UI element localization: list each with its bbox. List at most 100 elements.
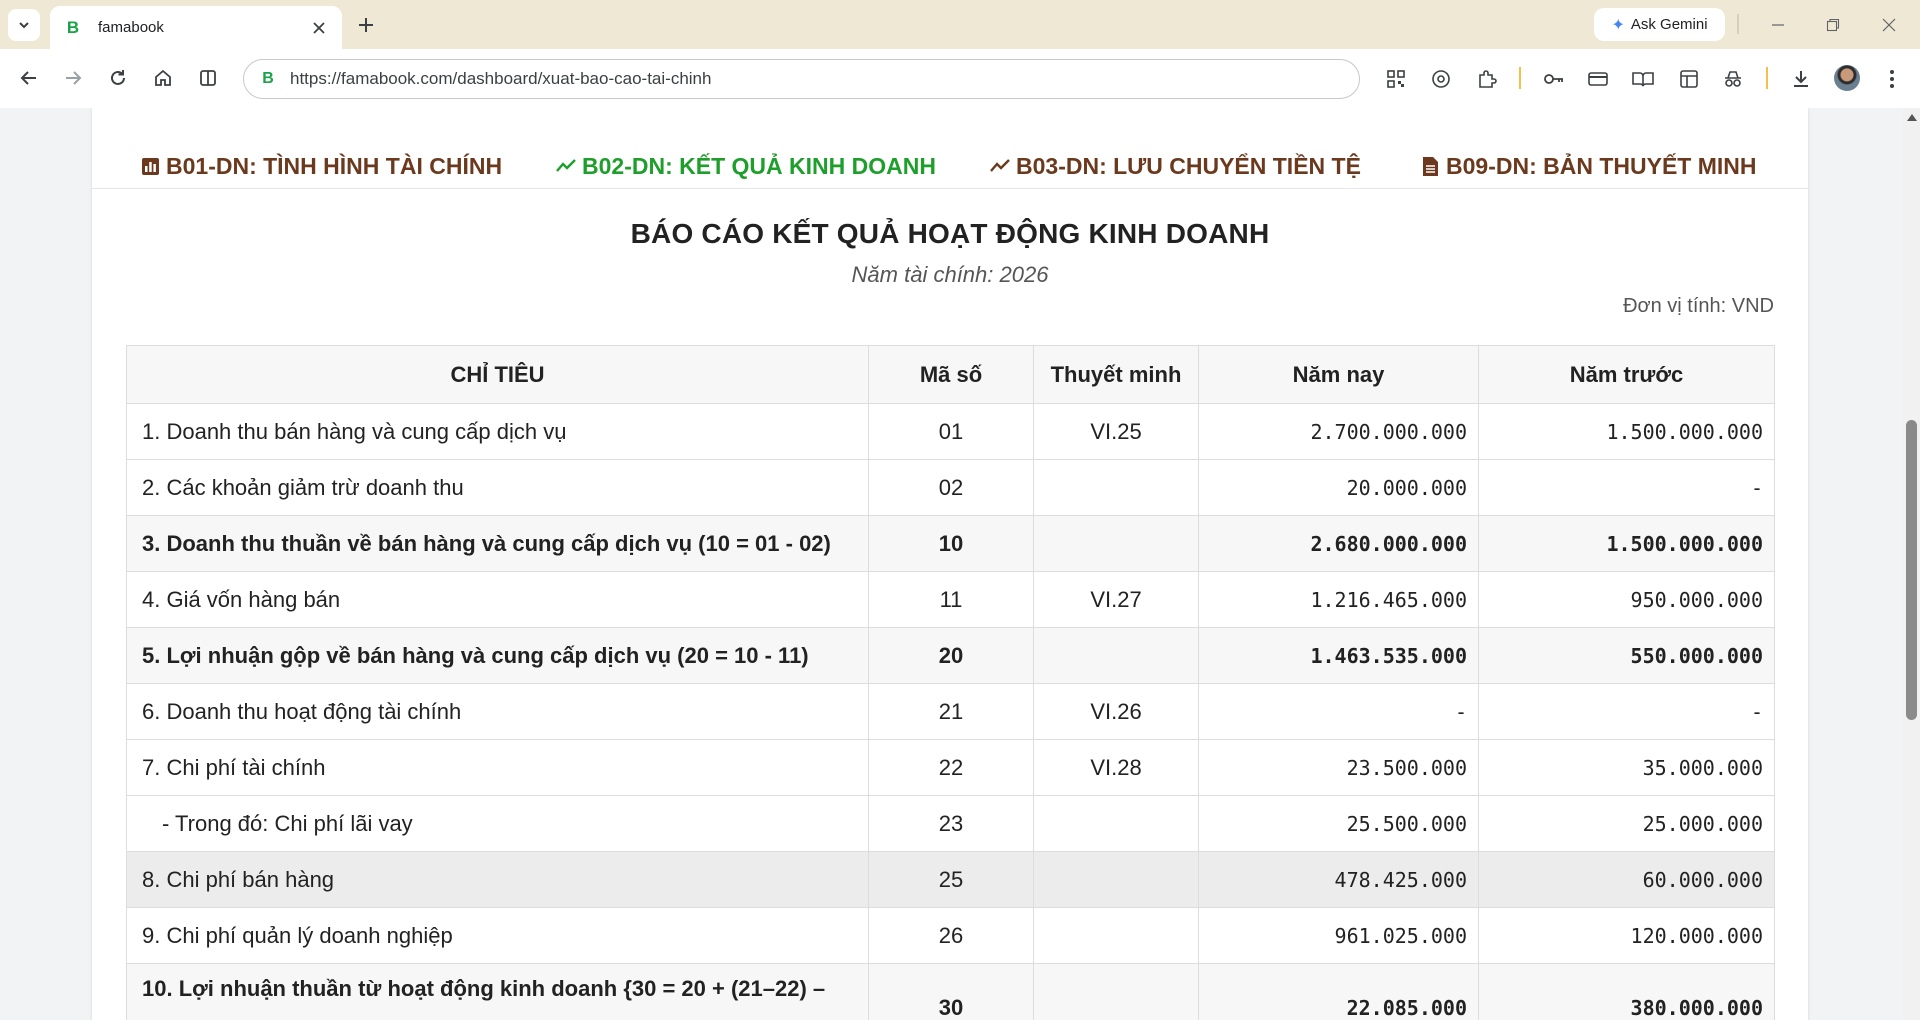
split-view-icon <box>200 70 216 86</box>
tab-b09[interactable]: B09-DN: BẢN THUYẾT MINH <box>1420 144 1757 188</box>
split-view-button[interactable] <box>193 63 223 93</box>
row-previous: 35.000.000 <box>1478 739 1775 796</box>
row-note: VI.25 <box>1033 403 1199 460</box>
close-icon <box>1882 18 1896 32</box>
row-code: 20 <box>868 627 1034 684</box>
home-button[interactable] <box>148 63 178 93</box>
table-row-subtotal: 3. Doanh thu thuần về bán hàng và cung c… <box>126 515 1775 572</box>
income-statement-table: CHỈ TIÊU Mã số Thuyết minh Năm nay Năm t… <box>126 345 1775 1020</box>
arrow-left-icon <box>20 71 36 85</box>
address-bar[interactable]: B https://famabook.com/dashboard/xuat-ba… <box>243 59 1360 99</box>
site-info-icon[interactable]: B <box>256 67 280 91</box>
favicon-icon: B <box>66 17 80 37</box>
incognito-button[interactable] <box>1719 65 1747 93</box>
table-row-hovered: 8. Chi phí bán hàng 25 478.425.000 60.00… <box>126 851 1775 908</box>
page-scrollbar[interactable] <box>1903 108 1920 1020</box>
line-chart-icon <box>990 156 1010 176</box>
tab-b02[interactable]: B02-DN: KẾT QUẢ KINH DOANH <box>556 144 936 188</box>
browser-toolbar: B https://famabook.com/dashboard/xuat-ba… <box>0 49 1920 108</box>
row-code: 11 <box>868 571 1034 628</box>
more-vertical-icon <box>1890 70 1894 88</box>
tab-b03-label: B03-DN: LƯU CHUYỂN TIỀN TỆ <box>1016 152 1361 179</box>
row-previous: 25.000.000 <box>1478 795 1775 852</box>
row-note: VI.26 <box>1033 683 1199 740</box>
forward-button[interactable] <box>58 63 88 93</box>
restore-icon <box>1826 18 1840 32</box>
row-current: 1.216.465.000 <box>1198 571 1479 628</box>
table-row: - Trong đó: Chi phí lãi vay 23 25.500.00… <box>126 795 1775 852</box>
row-name: 6. Doanh thu hoạt động tài chính <box>126 683 869 740</box>
line-chart-icon <box>556 156 576 176</box>
row-previous: 950.000.000 <box>1478 571 1775 628</box>
row-name: 2. Các khoản giảm trừ doanh thu <box>126 459 869 516</box>
row-note <box>1033 627 1199 684</box>
row-name: 7. Chi phí tài chính <box>126 739 869 796</box>
table-header-row: CHỈ TIÊU Mã số Thuyết minh Năm nay Năm t… <box>126 345 1775 404</box>
row-current: 22.085.000 <box>1198 963 1479 1020</box>
header-ma-so: Mã số <box>868 345 1034 404</box>
row-current: 2.680.000.000 <box>1198 515 1479 572</box>
table-row: 2. Các khoản giảm trừ doanh thu 02 20.00… <box>126 459 1775 516</box>
tab-b03[interactable]: B03-DN: LƯU CHUYỂN TIỀN TỆ <box>990 144 1361 188</box>
table-row: 9. Chi phí quản lý doanh nghiệp 26 961.0… <box>126 907 1775 964</box>
row-note <box>1033 907 1199 964</box>
close-icon <box>313 21 325 34</box>
report-subtitle: Năm tài chính: 2026 <box>851 262 1049 287</box>
passwords-button[interactable] <box>1540 65 1568 93</box>
back-button[interactable] <box>14 63 44 93</box>
ask-gemini-button[interactable]: ✦ Ask Gemini <box>1594 8 1725 41</box>
row-code: 23 <box>868 795 1034 852</box>
scroll-up-arrow-icon[interactable] <box>1907 114 1917 121</box>
row-note <box>1033 795 1199 852</box>
close-window-button[interactable] <box>1876 12 1902 38</box>
tab-close-button[interactable] <box>308 17 330 39</box>
divider <box>1766 67 1768 89</box>
downloads-button[interactable] <box>1787 65 1815 93</box>
tab-b01[interactable]: B01-DN: TÌNH HÌNH TÀI CHÍNH <box>140 144 502 188</box>
table-row: 1. Doanh thu bán hàng và cung cấp dịch v… <box>126 403 1775 460</box>
row-code: 01 <box>868 403 1034 460</box>
report-tabs: B01-DN: TÌNH HÌNH TÀI CHÍNH B02-DN: KẾT … <box>92 144 1808 189</box>
tab-groups-button[interactable] <box>1675 65 1703 93</box>
table-row-subtotal: 5. Lợi nhuận gộp về bán hàng và cung cấp… <box>126 627 1775 684</box>
screenshot-button[interactable] <box>1427 65 1455 93</box>
row-name: 9. Chi phí quản lý doanh nghiệp <box>126 907 869 964</box>
row-note: VI.27 <box>1033 571 1199 628</box>
divider <box>1519 67 1521 89</box>
minimize-button[interactable] <box>1765 12 1791 38</box>
puzzle-icon <box>1479 70 1497 88</box>
header-nam-truoc: Năm trước <box>1478 345 1775 404</box>
row-name: 1. Doanh thu bán hàng và cung cấp dịch v… <box>126 403 869 460</box>
row-name: 5. Lợi nhuận gộp về bán hàng và cung cấp… <box>126 627 869 684</box>
browser-tab-active[interactable]: B famabook <box>50 6 342 49</box>
report-unit: Đơn vị tính: VND <box>1623 295 1774 317</box>
row-current: 25.500.000 <box>1198 795 1479 852</box>
profile-avatar[interactable] <box>1834 65 1860 91</box>
reading-mode-button[interactable] <box>1629 65 1657 93</box>
restore-button[interactable] <box>1820 12 1846 38</box>
row-current: - <box>1198 683 1479 740</box>
row-code: 02 <box>868 459 1034 516</box>
document-icon <box>1420 156 1440 176</box>
row-previous: 550.000.000 <box>1478 627 1775 684</box>
header-nam-nay: Năm nay <box>1198 345 1479 404</box>
tab-b01-label: B01-DN: TÌNH HÌNH TÀI CHÍNH <box>166 152 503 179</box>
url-text[interactable]: https://famabook.com/dashboard/xuat-bao-… <box>290 69 711 89</box>
bar-chart-icon <box>140 156 160 176</box>
row-current: 23.500.000 <box>1198 739 1479 796</box>
tab-b09-label: B09-DN: BẢN THUYẾT MINH <box>1446 152 1757 179</box>
divider <box>1737 14 1739 34</box>
browser-menu-button[interactable] <box>1878 65 1906 93</box>
qr-code-button[interactable] <box>1382 65 1410 93</box>
scrollbar-thumb[interactable] <box>1906 420 1917 720</box>
gemini-icon: ✦ <box>1611 16 1625 34</box>
tab-search-button[interactable] <box>8 9 40 41</box>
new-tab-button[interactable] <box>354 13 378 37</box>
spy-icon <box>1725 71 1741 87</box>
reload-button[interactable] <box>103 63 133 93</box>
row-previous: 1.500.000.000 <box>1478 403 1775 460</box>
chevron-down-icon <box>19 22 29 29</box>
extensions-button[interactable] <box>1473 65 1501 93</box>
row-name: 8. Chi phí bán hàng <box>126 851 869 908</box>
payment-methods-button[interactable] <box>1584 65 1612 93</box>
